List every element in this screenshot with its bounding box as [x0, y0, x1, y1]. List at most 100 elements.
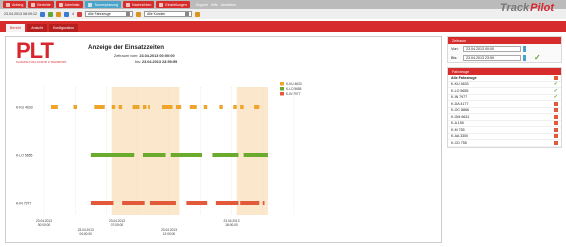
nav-item[interactable]: Anfang: [3, 1, 27, 8]
help-link[interactable]: Hilfe: [211, 3, 218, 7]
legend-label: K-IN 7977: [286, 92, 301, 96]
edit-icon[interactable]: [135, 11, 141, 17]
unchecked-icon[interactable]: [554, 134, 558, 139]
to-spinner[interactable]: [523, 54, 526, 61]
to-input[interactable]: 23.04.2013 23:59: [463, 54, 521, 61]
gantt-bar: [94, 105, 105, 109]
top-navigation: Anfang Berichte Administr. Tourenplanung Nac…: [0, 0, 566, 9]
gantt-bar: [162, 105, 173, 109]
gantt-bar: [50, 105, 58, 109]
report-panel: PLT PLANUNG FÜR LOGISTIK & TRANSPORT Anz…: [5, 36, 442, 243]
vehicle-name: K-A 155: [451, 121, 464, 126]
row-label: K-LO 5655: [16, 154, 33, 158]
gantt-bar: [262, 201, 265, 205]
vehicles-panel-title: Fahrzeuge: [448, 68, 561, 75]
counter: 4: [71, 12, 74, 16]
gantt-bar: [203, 105, 208, 109]
edit-icon[interactable]: [194, 11, 200, 17]
gantt-bar: [212, 153, 239, 157]
nav-item[interactable]: Tourenplanung: [85, 1, 122, 8]
tab-konfiguration[interactable]: Konfiguration: [48, 24, 79, 32]
export-icon[interactable]: [63, 11, 69, 17]
refresh-icon[interactable]: [39, 11, 45, 17]
gantt-bar: [90, 201, 114, 205]
help-link[interactable]: Support: [196, 3, 208, 7]
vehicle-list: Alle Fahrzeuge K-KU 4633 ✓ K-LO 5655 ✓ K-IN …: [448, 75, 561, 147]
vehicle-select-value: Alle Fahrzeuge: [87, 12, 111, 16]
vehicle-name: K-LO 5655: [451, 88, 469, 93]
company-logo: PLT PLANUNG FÜR LOGISTIK & TRANSPORT: [16, 40, 76, 75]
legend-label: K-KU 4633: [286, 82, 302, 86]
deselect-all-icon[interactable]: [554, 75, 558, 80]
vehicle-list-item[interactable]: K-CD 755: [448, 140, 561, 147]
gantt-bar: [73, 105, 77, 109]
customer-select[interactable]: Alle Kunden: [143, 11, 192, 17]
gantt-bar: [243, 153, 268, 157]
gantt-svg: K-KU 4633K-LO 5655K-IN 797723.04.201300:…: [16, 82, 302, 236]
vehicles-panel: Fahrzeuge Alle Fahrzeuge K-KU 4633 ✓ K-LO …: [447, 67, 562, 148]
unchecked-icon[interactable]: [554, 114, 558, 119]
nav-item[interactable]: Berichte: [28, 1, 54, 8]
row-label: K-KU 4633: [16, 106, 33, 110]
time-panel-title: Zeitraum: [448, 37, 561, 44]
check-icon[interactable]: ✓: [554, 82, 558, 87]
gantt-bar: [111, 105, 116, 109]
x-tick-time: 00:00:00: [38, 223, 51, 227]
gantt-bar: [122, 201, 145, 205]
gantt-bar: [254, 105, 260, 109]
gantt-bar: [189, 105, 197, 109]
gantt-bar: [219, 105, 223, 109]
prev-icon[interactable]: [76, 11, 82, 17]
nav-item-icon: [58, 2, 63, 7]
unchecked-icon[interactable]: [554, 101, 558, 106]
apply-check-icon[interactable]: ✓: [534, 53, 541, 62]
gantt-bar: [132, 105, 140, 109]
map-icon[interactable]: [47, 11, 53, 17]
logo-track-text: Track: [500, 2, 530, 14]
chevron-down-icon: [184, 12, 189, 16]
toolbar: 23.04.2013 08:09:12 4 Alle Fahrzeuge All…: [0, 9, 566, 19]
tab-ansicht[interactable]: Ansicht: [27, 24, 47, 32]
tab-bar: Bericht Ansicht Konfiguration: [0, 21, 566, 32]
vehicle-name: K-IN 7977: [451, 95, 468, 100]
current-datetime: 23.04.2013 08:09:12: [4, 12, 37, 16]
from-input[interactable]: 23.04.2013 00:00: [463, 45, 521, 52]
range-to: bis: 23.04.2013 23:59:59: [135, 60, 177, 64]
tab-bericht[interactable]: Bericht: [6, 24, 26, 32]
check-icon[interactable]: ✓: [554, 95, 558, 100]
x-tick-time: 18:00:00: [225, 223, 238, 227]
vehicle-select[interactable]: Alle Fahrzeuge: [84, 11, 133, 17]
gantt-bar: [240, 201, 260, 205]
time-panel: Zeitraum Von: 23.04.2013 00:00 Bis: 23.0…: [447, 36, 562, 63]
nav-item-icon: [6, 2, 10, 7]
nav-item-label: Nachrichten: [132, 2, 152, 7]
vehicle-name: K-GM 6631: [451, 114, 470, 119]
nav-item-label: Anfang: [12, 2, 24, 7]
legend-label: K-LO 5655: [286, 87, 302, 91]
gantt-bar: [118, 105, 123, 109]
vehicle-name: K-CD 755: [451, 140, 467, 145]
unchecked-icon[interactable]: [554, 121, 558, 126]
range-from-value: 23.04.2013 00:00:00: [139, 54, 175, 58]
from-spinner[interactable]: [523, 45, 526, 52]
x-tick-time: 04:00:00: [79, 232, 92, 236]
help-link[interactable]: Abmelden: [221, 3, 236, 7]
nav-item[interactable]: Nachrichten: [123, 1, 155, 8]
nav-item[interactable]: Administr.: [55, 1, 84, 8]
nav-item[interactable]: Einstellungen: [156, 1, 190, 8]
unchecked-icon[interactable]: [554, 140, 558, 145]
gantt-bar: [233, 105, 237, 109]
row-label: K-IN 7977: [16, 202, 31, 206]
unchecked-icon[interactable]: [554, 127, 558, 132]
nav-item-icon: [126, 2, 131, 7]
legend-swatch: [280, 82, 284, 86]
gantt-bar: [149, 201, 176, 205]
report-title: Anzeige der Einsatzzeiten: [88, 44, 164, 51]
from-label: Von:: [451, 46, 459, 51]
chevron-down-icon: [125, 12, 130, 16]
unchecked-icon[interactable]: [554, 108, 558, 113]
nav-item-label: Berichte: [37, 2, 51, 7]
check-icon[interactable]: ✓: [554, 88, 558, 93]
vehicle-name: K-M 755: [451, 127, 465, 132]
print-icon[interactable]: [55, 11, 61, 17]
